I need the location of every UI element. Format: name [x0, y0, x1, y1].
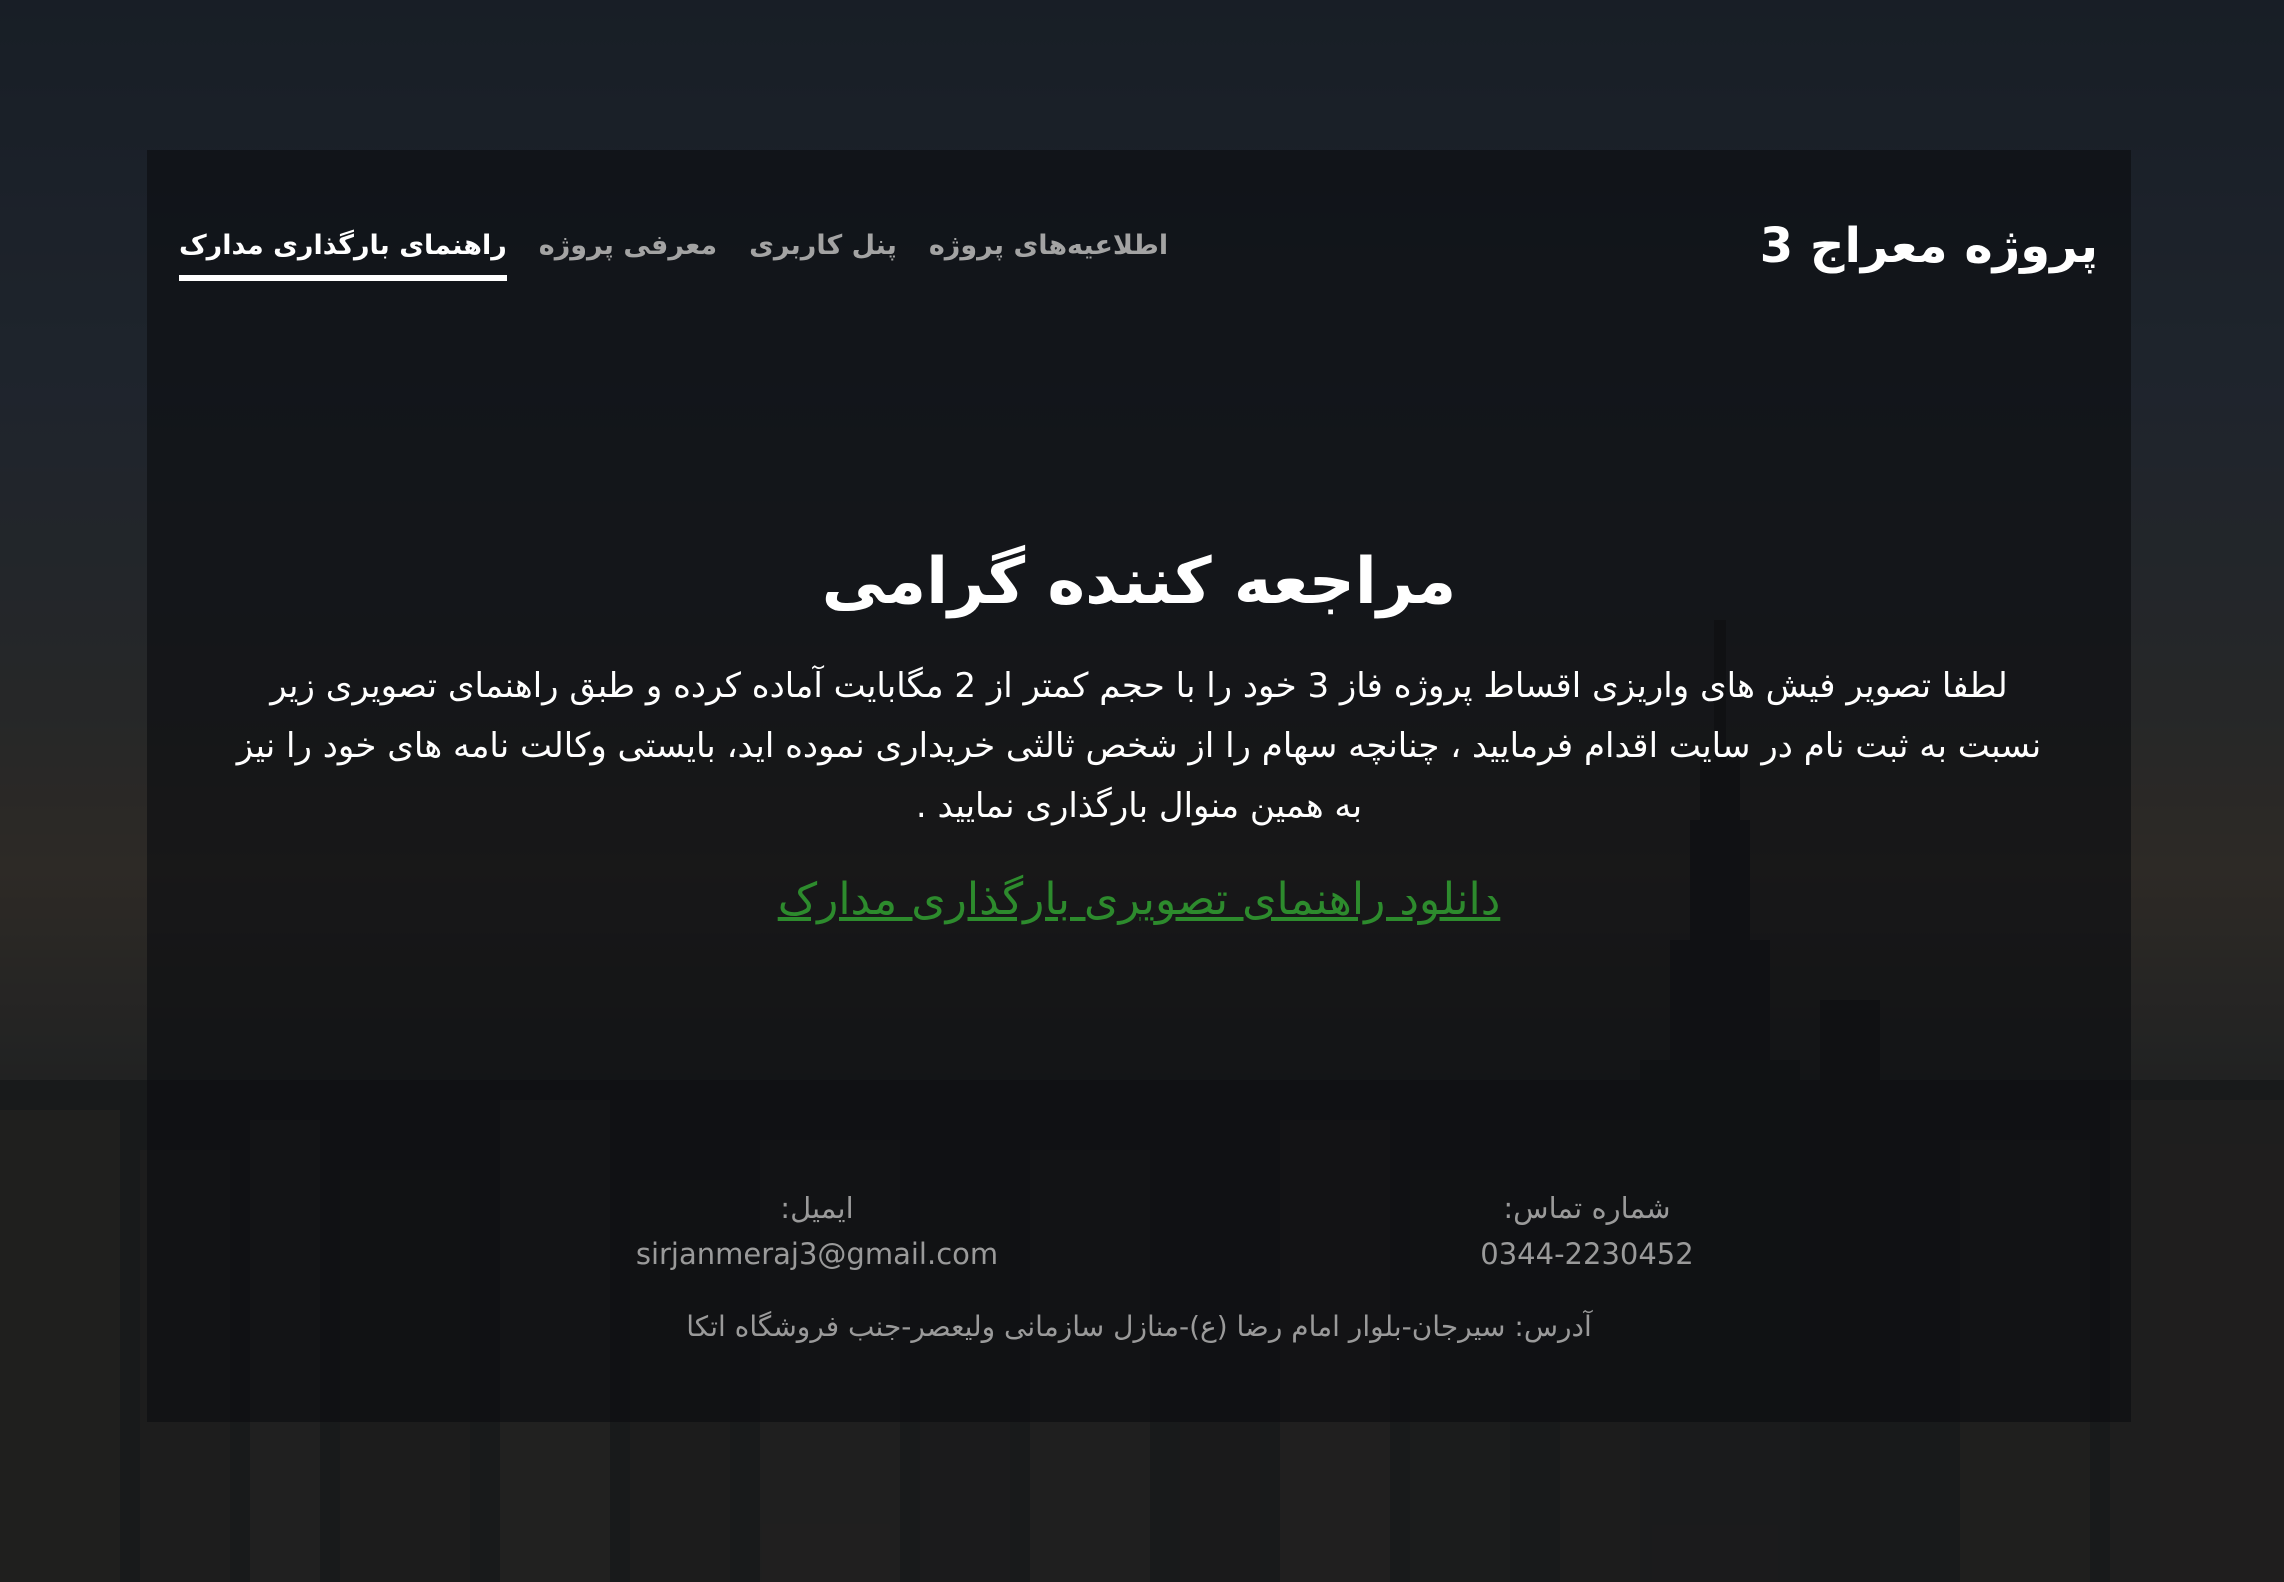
nav-item-project-intro[interactable]: معرفی پروژه [539, 230, 717, 281]
email-value[interactable]: sirjanmeraj3@gmail.com [577, 1231, 1057, 1277]
site-title[interactable]: پروژه معراج 3 [1760, 218, 2098, 274]
page-heading: مراجعه کننده گرامی [821, 545, 1457, 619]
contact-email-block: ایمیل: sirjanmeraj3@gmail.com [577, 1185, 1057, 1277]
main-nav: راهنمای بارگذاری مدارک معرفی پروژه پنل ک… [179, 230, 1168, 281]
email-label: ایمیل: [780, 1191, 854, 1225]
phone-label: شماره تماس: [1503, 1191, 1671, 1225]
address-line: آدرس: سیرجان-بلوار امام رضا (ع)-منازل سا… [147, 1310, 2131, 1343]
address-value: سیرجان-بلوار امام رضا (ع)-منازل سازمانی … [686, 1310, 1506, 1343]
nav-item-user-panel[interactable]: پنل کاربری [749, 230, 897, 281]
download-guide-link[interactable]: دانلود راهنمای تصویری بارگذاری مدارک [147, 874, 2131, 925]
contact-phone-block: شماره تماس: 0344-2230452 [1437, 1185, 1737, 1277]
nav-item-upload-guide[interactable]: راهنمای بارگذاری مدارک [179, 230, 507, 281]
instructions-text: لطفا تصویر فیش های واریزی اقساط پروژه فا… [236, 666, 2042, 826]
address-label: آدرس: [1514, 1310, 1592, 1343]
nav-item-announcements[interactable]: اطلاعیه‌های پروژه [929, 230, 1168, 281]
phone-value: 0344-2230452 [1480, 1237, 1694, 1271]
content-panel: پروژه معراج 3 راهنمای بارگذاری مدارک معر… [147, 150, 2131, 1422]
